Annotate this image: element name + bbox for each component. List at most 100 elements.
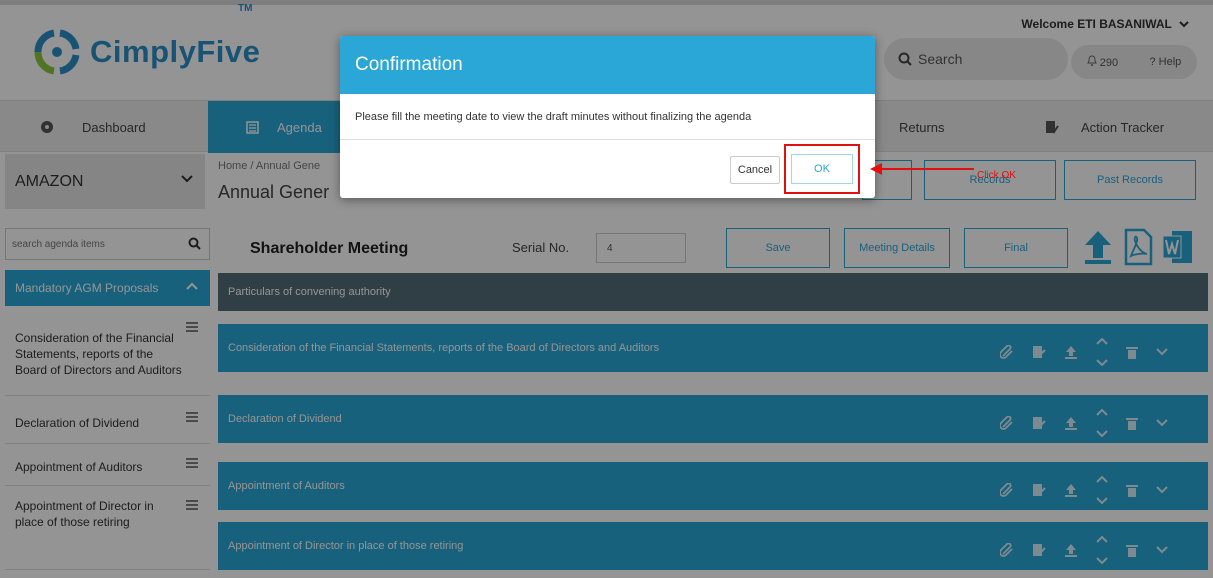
- attachment-icon[interactable]: [1000, 345, 1014, 359]
- brand-logo[interactable]: CimplyFive: [32, 27, 260, 77]
- save-button[interactable]: Save: [726, 228, 830, 268]
- particulars-bar[interactable]: Particulars of convening authority: [218, 273, 1208, 311]
- agenda-search-input[interactable]: search agenda items: [5, 228, 210, 260]
- attachment-icon[interactable]: [1000, 483, 1014, 497]
- notifications-button[interactable]: 290: [1086, 55, 1119, 69]
- agenda-item-title: Appointment of Director in place of thos…: [228, 540, 464, 552]
- logo-mark-icon: [34, 29, 80, 75]
- agenda-search-placeholder: search agenda items: [12, 238, 105, 250]
- meeting-details-button[interactable]: Meeting Details: [844, 228, 950, 268]
- nav-returns-label: Returns: [899, 119, 945, 135]
- drag-menu-icon[interactable]: [186, 322, 198, 332]
- global-search[interactable]: Search: [884, 38, 1068, 80]
- search-icon: [188, 237, 201, 250]
- search-icon: [898, 52, 912, 66]
- help-button[interactable]: ? Help: [1149, 56, 1181, 68]
- sidebar-item-dividend[interactable]: Declaration of Dividend: [5, 402, 210, 444]
- agenda-item-bar[interactable]: Consideration of the Financial Statement…: [218, 324, 1208, 372]
- brand-name: CimplyFive: [90, 34, 261, 69]
- sidebar-item-financial-statements[interactable]: Consideration of the Financial Statement…: [5, 312, 210, 396]
- edit-note-icon[interactable]: [1032, 416, 1046, 430]
- agenda-item-bar[interactable]: Declaration of Dividend: [218, 395, 1208, 443]
- upload-icon[interactable]: [1064, 416, 1078, 430]
- attachment-icon[interactable]: [1000, 416, 1014, 430]
- edit-note-icon[interactable]: [1032, 543, 1046, 557]
- agenda-item-actions: [1000, 476, 1168, 504]
- dashboard-icon: [41, 121, 53, 133]
- nav-action-tracker[interactable]: Action Tracker: [1005, 101, 1213, 153]
- page-title: Annual Gener: [218, 182, 330, 202]
- upload-icon[interactable]: [1064, 483, 1078, 497]
- section-title: Mandatory AGM Proposals: [15, 281, 159, 295]
- ok-highlight-box: [784, 144, 860, 194]
- click-ok-annotation: Click OK: [977, 170, 1016, 181]
- dialog-title: Confirmation: [340, 36, 875, 94]
- drag-menu-icon[interactable]: [186, 458, 198, 468]
- word-export-icon[interactable]: [1162, 228, 1194, 266]
- pdf-export-icon[interactable]: [1122, 228, 1154, 266]
- agenda-item-actions: [1000, 409, 1168, 437]
- help-label: Help: [1158, 56, 1182, 68]
- reorder-icon[interactable]: [1096, 338, 1108, 366]
- sidebar-item-label: Appointment of Director in place of thos…: [15, 499, 154, 529]
- meeting-toolbar: Shareholder Meeting Serial No. 4 Save Me…: [218, 222, 1208, 274]
- upload-icon[interactable]: [1064, 543, 1078, 557]
- upload-icon[interactable]: [1064, 345, 1078, 359]
- chevron-down-icon: [181, 175, 193, 183]
- nav-dashboard[interactable]: Dashboard: [0, 101, 208, 153]
- trash-icon[interactable]: [1126, 345, 1138, 359]
- chevron-down-icon[interactable]: [1156, 348, 1168, 356]
- trash-icon[interactable]: [1126, 543, 1138, 557]
- sidebar-item-label: Appointment of Auditors: [15, 459, 143, 474]
- upload-icon[interactable]: [1082, 228, 1114, 266]
- nav-returns[interactable]: Returns: [895, 101, 1005, 153]
- search-label: Search: [918, 51, 963, 67]
- bell-icon: [1086, 55, 1097, 66]
- sidebar-item-director[interactable]: Appointment of Director in place of thos…: [5, 490, 210, 570]
- serial-number-input[interactable]: 4: [596, 233, 686, 263]
- sidebar-item-auditors[interactable]: Appointment of Auditors: [5, 448, 210, 486]
- sidebar-item-label: Declaration of Dividend: [15, 415, 140, 430]
- agenda-item-title: Consideration of the Financial Statement…: [228, 342, 660, 354]
- agenda-item-title: Appointment of Auditors: [228, 480, 345, 492]
- agenda-sidebar: search agenda items Mandatory AGM Propos…: [5, 222, 210, 578]
- chevron-down-icon: [1179, 21, 1189, 28]
- mandatory-agm-section[interactable]: Mandatory AGM Proposals: [5, 270, 210, 306]
- welcome-text: Welcome ETI BASANIWAL: [1021, 17, 1172, 31]
- trash-icon[interactable]: [1126, 483, 1138, 497]
- agenda-item-bar[interactable]: Appointment of Auditors: [218, 462, 1208, 510]
- reorder-icon[interactable]: [1096, 476, 1108, 504]
- attachment-icon[interactable]: [1000, 543, 1014, 557]
- cancel-button[interactable]: Cancel: [730, 156, 780, 184]
- notifications-count: 290: [1099, 57, 1119, 69]
- final-button[interactable]: Final: [964, 228, 1068, 268]
- nav-action-tracker-label: Action Tracker: [1081, 119, 1165, 135]
- past-records-button[interactable]: Past Records: [1064, 160, 1196, 200]
- agenda-item-bar[interactable]: Appointment of Director in place of thos…: [218, 522, 1208, 570]
- agenda-item-actions: [1000, 536, 1168, 564]
- action-tracker-icon: [1046, 121, 1059, 134]
- company-selector[interactable]: AMAZON: [5, 154, 205, 209]
- past-records-label: Past Records: [1096, 174, 1164, 186]
- nav-agenda-label: Agenda: [277, 119, 322, 135]
- dialog-message: Please fill the meeting date to view the…: [340, 94, 875, 140]
- drag-menu-icon[interactable]: [186, 500, 198, 510]
- edit-note-icon[interactable]: [1032, 483, 1046, 497]
- reorder-icon[interactable]: [1096, 409, 1108, 437]
- breadcrumb[interactable]: Home / Annual Gene: [218, 160, 320, 172]
- reorder-icon[interactable]: [1096, 536, 1108, 564]
- chevron-down-icon[interactable]: [1156, 419, 1168, 427]
- nav-dashboard-label: Dashboard: [82, 119, 146, 135]
- meeting-type-title: Shareholder Meeting: [250, 240, 409, 257]
- trash-icon[interactable]: [1126, 416, 1138, 430]
- nav-agenda[interactable]: Agenda: [208, 101, 340, 153]
- agenda-icon: [246, 120, 259, 134]
- utility-controls: 290 ? Help: [1071, 45, 1197, 79]
- welcome-user-menu[interactable]: Welcome ETI BASANIWAL: [1021, 17, 1189, 31]
- chevron-down-icon[interactable]: [1156, 486, 1168, 494]
- chevron-down-icon[interactable]: [1156, 546, 1168, 554]
- edit-note-icon[interactable]: [1032, 345, 1046, 359]
- trademark-mark: TM: [238, 3, 253, 14]
- agenda-item-title: Declaration of Dividend: [228, 413, 342, 425]
- drag-menu-icon[interactable]: [186, 412, 198, 422]
